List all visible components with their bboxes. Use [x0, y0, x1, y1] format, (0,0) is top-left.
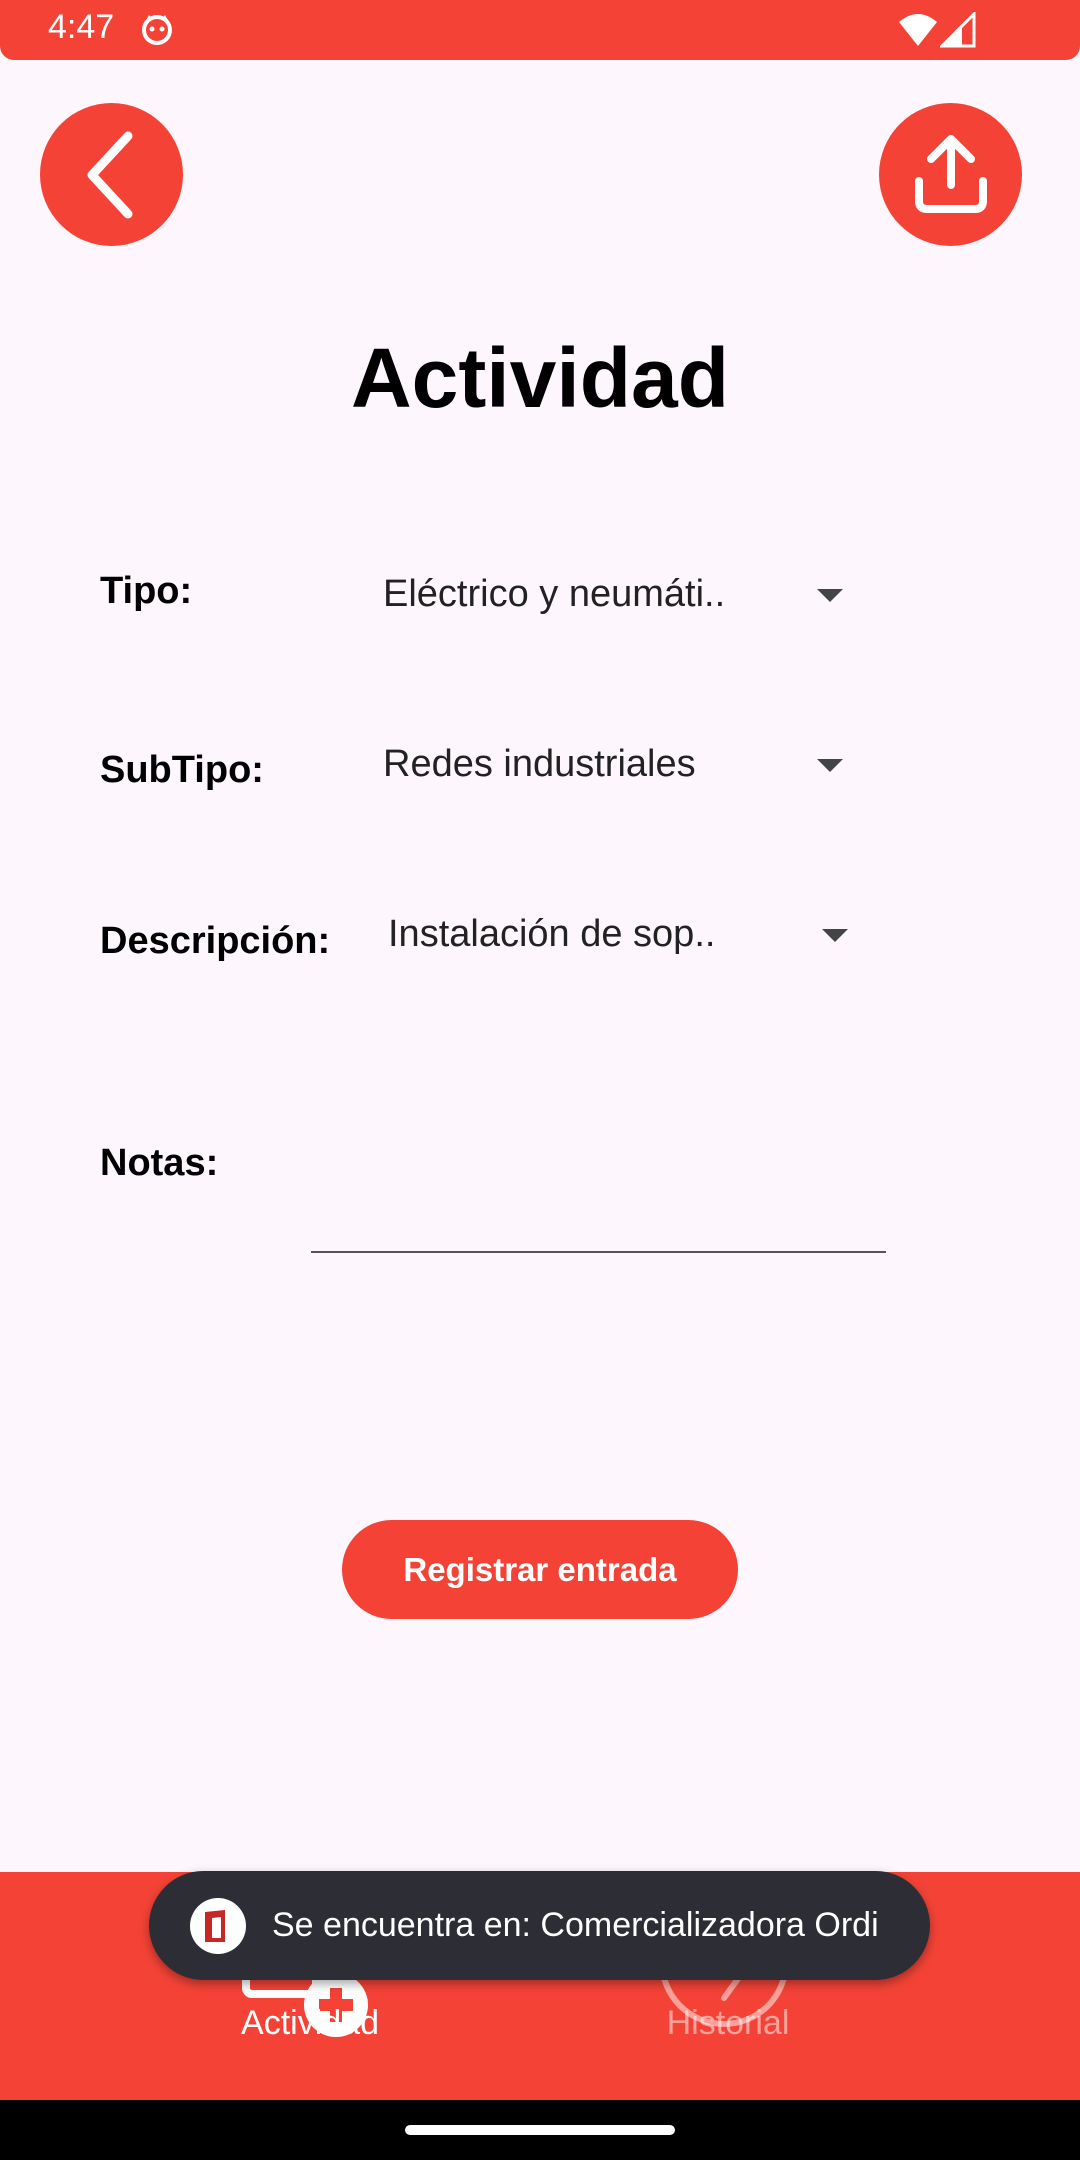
- nav-label-actividad: Actividad: [241, 2004, 379, 2042]
- upload-button[interactable]: [879, 103, 1022, 246]
- upload-icon: [914, 134, 987, 213]
- notas-underline: [311, 1251, 886, 1253]
- toast-message: Se encuentra en: Comercializadora Ordi: [272, 1906, 879, 1944]
- chevron-left-icon: [87, 131, 132, 218]
- dropdown-arrow-icon: [817, 759, 843, 772]
- descripcion-value: Instalación de sop..: [388, 913, 716, 955]
- location-toast: Se encuentra en: Comercializadora Ordi: [149, 1871, 930, 1980]
- tipo-label: Tipo:: [100, 570, 193, 612]
- home-gesture-handle[interactable]: [405, 2125, 675, 2135]
- back-button[interactable]: [40, 103, 183, 246]
- registrar-entrada-button[interactable]: Registrar entrada: [342, 1520, 738, 1619]
- app-logo-icon: [190, 1897, 246, 1954]
- status-bar: 4:47: [0, 0, 1080, 60]
- tipo-value: Eléctrico y neumáti..: [383, 573, 726, 615]
- nav-label-historial: Historial: [666, 2004, 790, 2042]
- notas-input[interactable]: [311, 1170, 886, 1250]
- wifi-icon: [899, 14, 937, 46]
- status-time: 4:47: [48, 8, 115, 46]
- descripcion-label: Descripción:: [100, 920, 331, 962]
- subtipo-value: Redes industriales: [383, 743, 696, 785]
- subtipo-label: SubTipo:: [100, 749, 264, 791]
- dropdown-arrow-icon: [822, 929, 848, 942]
- notas-label: Notas:: [100, 1142, 219, 1184]
- dropdown-arrow-icon: [817, 589, 843, 602]
- page-title: Actividad: [350, 331, 730, 425]
- notification-cat-icon: [142, 15, 172, 45]
- cell-signal-icon: [940, 12, 976, 48]
